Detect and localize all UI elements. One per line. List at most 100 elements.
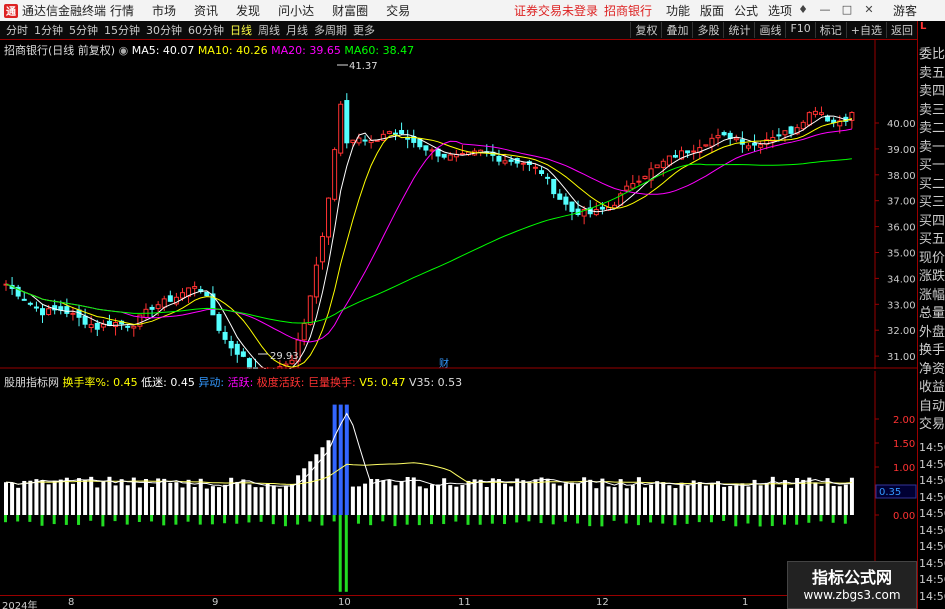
turnover-bar bbox=[150, 486, 155, 515]
green-bar bbox=[466, 515, 470, 525]
candle-body bbox=[776, 134, 782, 137]
menu-discover[interactable]: 发现 bbox=[236, 2, 260, 19]
period-tab[interactable]: 周线 bbox=[258, 22, 280, 38]
close-icon[interactable]: ✕ bbox=[862, 3, 876, 17]
candle-body bbox=[709, 137, 715, 147]
menu-layout[interactable]: 版面 bbox=[700, 2, 724, 19]
menu-trade[interactable]: 交易 bbox=[386, 2, 410, 19]
candle-body bbox=[94, 322, 100, 330]
tool-button[interactable]: 标记 bbox=[814, 22, 846, 38]
turnover-bar bbox=[515, 478, 520, 515]
menu-function[interactable]: 功能 bbox=[666, 2, 690, 19]
period-tab[interactable]: 60分钟 bbox=[188, 22, 224, 38]
turnover-bar bbox=[387, 479, 392, 515]
turnover-bar bbox=[466, 480, 471, 515]
quote-label[interactable]: 交易 bbox=[919, 413, 945, 432]
abnormal-label: 异动: bbox=[198, 376, 225, 389]
green-bar bbox=[649, 515, 653, 523]
menu-market[interactable]: 市场 bbox=[152, 2, 176, 19]
candle-body bbox=[630, 183, 636, 189]
candle-body bbox=[758, 144, 764, 148]
settings-icon[interactable]: ◉ bbox=[119, 44, 129, 57]
turnover-bar bbox=[691, 480, 696, 515]
period-tab[interactable]: 更多 bbox=[353, 22, 375, 38]
ma60-line bbox=[5, 158, 852, 324]
green-bar bbox=[210, 515, 214, 525]
candle-body bbox=[691, 150, 697, 153]
candle-body bbox=[380, 133, 386, 141]
chart-tools: 复权 叠加 多股 统计 画线 F10 标记 +自选 返回 bbox=[630, 22, 917, 38]
tool-button[interactable]: 统计 bbox=[723, 22, 754, 38]
tool-button[interactable]: F10 bbox=[785, 22, 814, 38]
tool-button[interactable]: 多股 bbox=[692, 22, 723, 38]
guest-label[interactable]: 游客 bbox=[893, 2, 917, 19]
turnover-bar bbox=[363, 483, 368, 515]
period-tab[interactable]: 日线 bbox=[230, 22, 252, 38]
candle-body bbox=[307, 295, 313, 325]
menu-wealth[interactable]: 财富圈 bbox=[332, 2, 368, 19]
active-label: 活跃: bbox=[227, 376, 254, 389]
menu-ask[interactable]: 问小达 bbox=[278, 2, 314, 19]
green-bar bbox=[405, 515, 409, 525]
tool-button[interactable]: +自选 bbox=[845, 22, 886, 38]
period-tab[interactable]: 1分钟 bbox=[34, 22, 63, 38]
green-bar bbox=[271, 515, 275, 525]
turnover-bar bbox=[801, 479, 806, 515]
candle-body bbox=[672, 154, 678, 158]
login-status[interactable]: 证券交易未登录 招商银行 bbox=[514, 2, 658, 19]
turnover-bar bbox=[253, 487, 258, 515]
turnover-bar bbox=[496, 479, 501, 515]
period-tab[interactable]: 月线 bbox=[286, 22, 308, 38]
trade-time: 14:56 bbox=[919, 441, 945, 454]
tool-button[interactable]: 复权 bbox=[630, 22, 661, 38]
turnover-indicator-chart[interactable]: 2.001.501.000.500.000.35 bbox=[0, 371, 917, 595]
period-tab[interactable]: 5分钟 bbox=[69, 22, 98, 38]
skin-icon[interactable]: ♦ bbox=[796, 3, 810, 17]
candle-body bbox=[192, 286, 198, 289]
candle-body bbox=[441, 153, 447, 158]
green-bar bbox=[454, 515, 458, 522]
green-bar bbox=[430, 515, 433, 525]
green-bar bbox=[77, 515, 81, 525]
green-bar bbox=[624, 515, 628, 524]
kline-chart[interactable]: 40.00 39.00 38.00 37.00 36.00 35.00 34.00 33.00… bbox=[0, 40, 917, 369]
quote-label: 外盘 bbox=[919, 324, 945, 340]
candle-body bbox=[520, 162, 526, 165]
trade-time: 14:56 bbox=[919, 490, 945, 504]
candle-body bbox=[386, 131, 392, 134]
indicator-name[interactable]: 股朋指标网 bbox=[4, 376, 59, 389]
quote-label[interactable]: 自动 bbox=[919, 395, 945, 414]
green-bar bbox=[697, 515, 701, 523]
candle-body bbox=[161, 298, 167, 308]
green-bar bbox=[393, 515, 397, 527]
period-tab[interactable]: 分时 bbox=[6, 22, 28, 38]
candle-body bbox=[496, 155, 502, 162]
turnover-bar bbox=[405, 476, 410, 515]
tool-button[interactable]: 叠加 bbox=[661, 22, 692, 38]
maximize-icon[interactable]: □ bbox=[840, 3, 854, 17]
turnover-bar bbox=[95, 487, 100, 515]
period-tab[interactable]: 15分钟 bbox=[104, 22, 140, 38]
green-bar bbox=[64, 515, 68, 525]
sub-axis-label: 0.00 bbox=[893, 511, 915, 522]
minimize-icon[interactable]: — bbox=[818, 3, 832, 17]
quote-label: 卖三 bbox=[919, 102, 945, 118]
menu-options[interactable]: 选项 bbox=[768, 2, 792, 19]
green-bar bbox=[588, 515, 592, 527]
turnover-bar bbox=[551, 483, 556, 515]
green-bar bbox=[673, 515, 677, 526]
tool-button[interactable]: 返回 bbox=[886, 22, 917, 38]
menu-quotes[interactable]: 行情 bbox=[110, 2, 134, 19]
turnover-bar bbox=[643, 487, 647, 515]
candle-body bbox=[447, 154, 453, 161]
turnover-bar bbox=[776, 487, 781, 515]
tool-button[interactable]: 画线 bbox=[754, 22, 785, 38]
candle-body bbox=[179, 292, 185, 299]
menu-formula[interactable]: 公式 bbox=[734, 2, 758, 19]
period-tab[interactable]: 30分钟 bbox=[146, 22, 182, 38]
turnover-bar bbox=[582, 477, 587, 515]
ma5-value: MA5: 40.07 bbox=[131, 44, 195, 57]
menu-news[interactable]: 资讯 bbox=[194, 2, 218, 19]
period-tab[interactable]: 多周期 bbox=[314, 22, 347, 38]
turnover-bar bbox=[789, 487, 794, 515]
